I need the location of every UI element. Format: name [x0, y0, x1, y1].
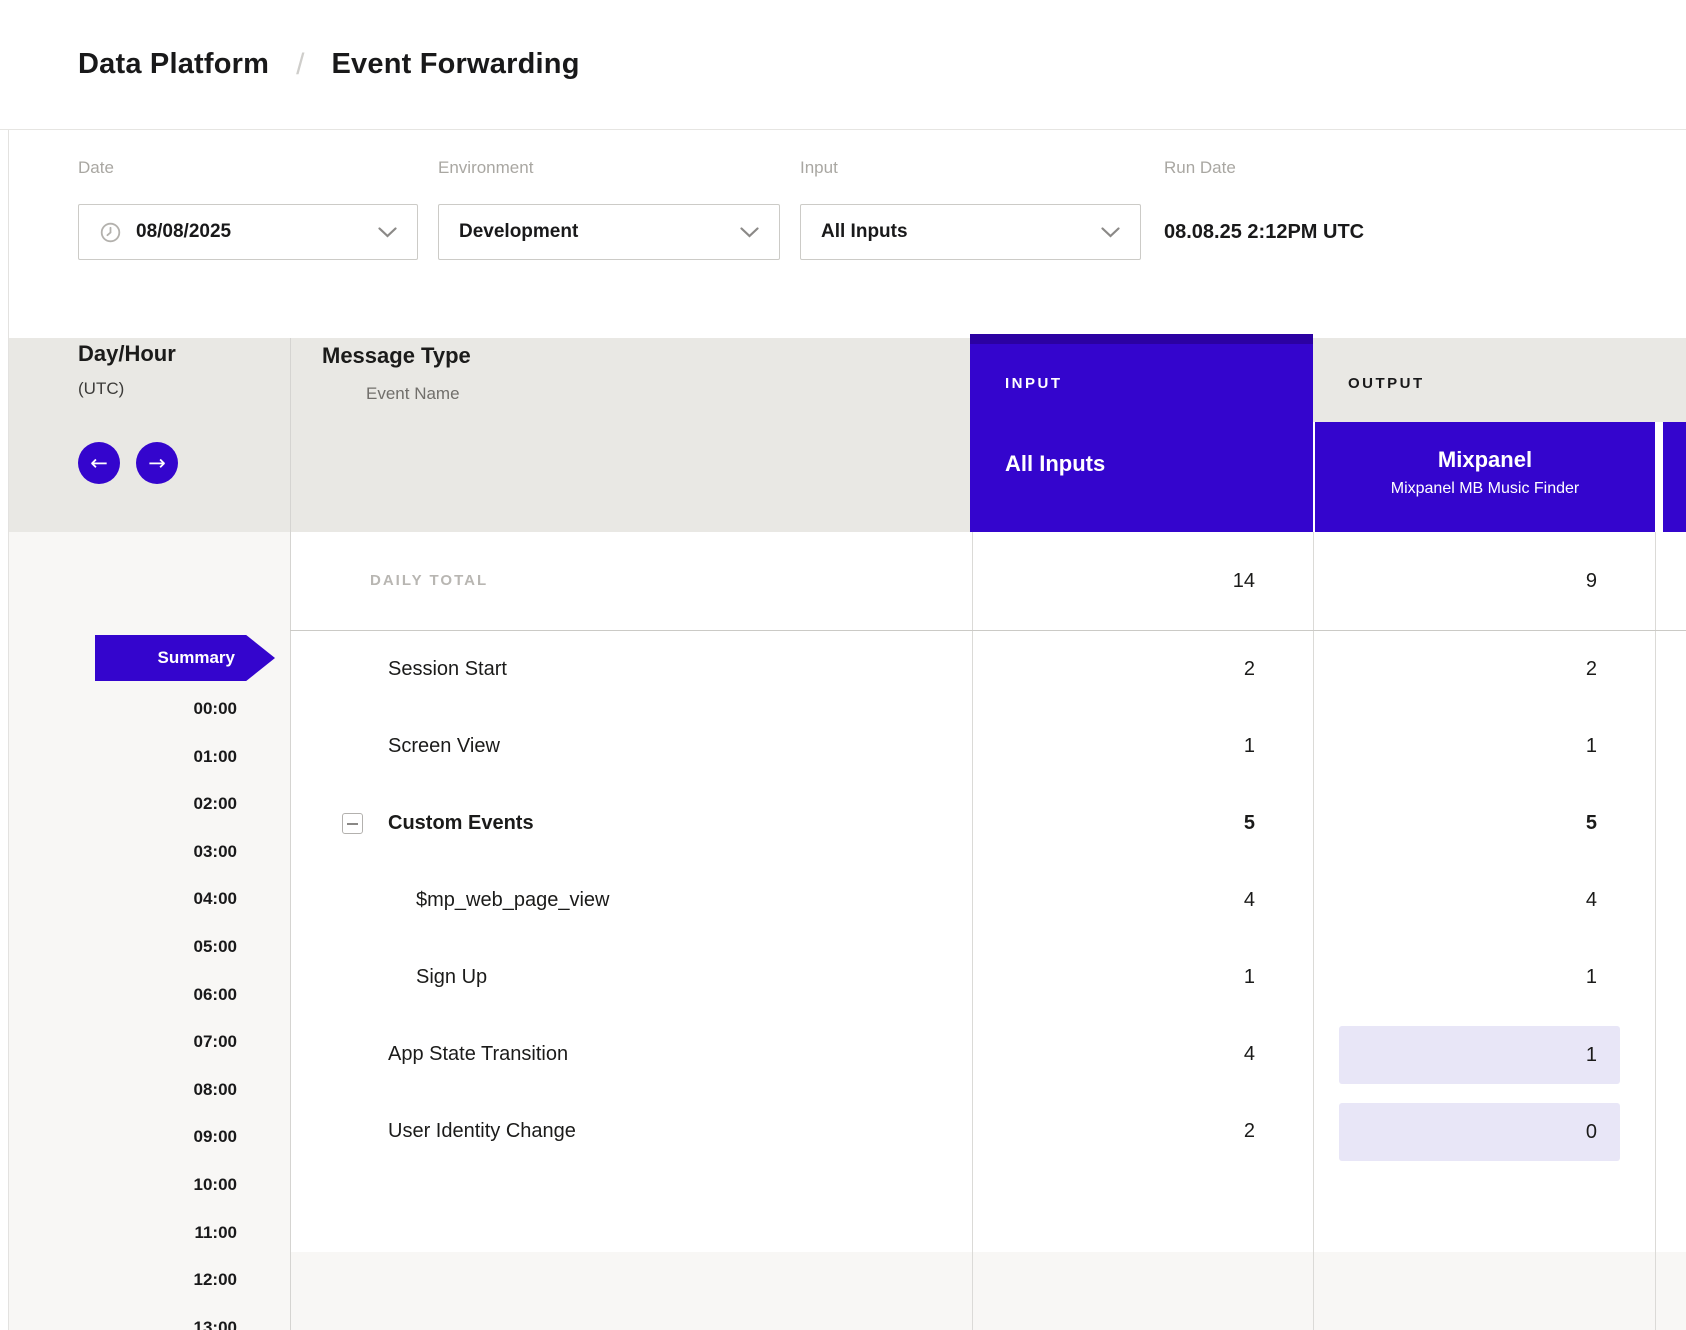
day-hour-column-title: Day/Hour [78, 341, 176, 367]
arrow-left-icon: ← [90, 451, 108, 475]
hour-label-12-00[interactable]: 12:00 [60, 1268, 237, 1292]
date-select[interactable]: 08/08/2025 [78, 204, 418, 260]
input-count: 2 [1244, 631, 1255, 708]
run-date-value: 08.08.25 2:12PM UTC [1164, 204, 1364, 260]
input-count: 1 [1244, 708, 1255, 785]
topbar-divider [0, 129, 1686, 130]
table-footer-band [290, 1252, 1686, 1330]
hour-label-04-00[interactable]: 04:00 [60, 887, 237, 911]
previous-day-button[interactable]: ← [78, 442, 120, 484]
run-date-label: Run Date [1164, 158, 1236, 178]
row-label: $mp_web_page_view [416, 862, 609, 939]
day-hour-column-subtitle: (UTC) [78, 379, 124, 399]
output-column-name: Mixpanel [1315, 447, 1655, 473]
output-count-highlighted: 1 [1339, 1026, 1620, 1084]
input-section-label: INPUT [1005, 375, 1063, 392]
table-row-custom-events: Custom Events 5 5 [290, 785, 1686, 862]
hour-label-06-00[interactable]: 06:00 [60, 983, 237, 1007]
collapse-toggle-icon[interactable] [342, 813, 363, 834]
row-label: Custom Events [388, 785, 534, 862]
breadcrumb-separator-icon: / [296, 48, 304, 82]
hour-label-02-00[interactable]: 02:00 [60, 792, 237, 816]
output-section-label: OUTPUT [1348, 375, 1425, 392]
table-row-app-state-transition: App State Transition 4 1 [290, 1016, 1686, 1093]
column-gap-divider [1655, 422, 1663, 532]
input-select-value: All Inputs [821, 221, 908, 243]
daily-total-output-count: 9 [1586, 532, 1597, 630]
row-label: User Identity Change [388, 1093, 576, 1170]
hour-label-05-00[interactable]: 05:00 [60, 935, 237, 959]
hour-label-01-00[interactable]: 01:00 [60, 745, 237, 769]
input-column-header[interactable]: INPUT All Inputs [970, 334, 1313, 532]
hour-label-00-00[interactable]: 00:00 [60, 697, 237, 721]
input-filter-label: Input [800, 158, 838, 178]
table-row-screen-view: Screen View 1 1 [290, 708, 1686, 785]
row-label: App State Transition [388, 1016, 568, 1093]
hour-label-13-00[interactable]: 13:00 [60, 1316, 237, 1330]
environment-filter-label: Environment [438, 158, 533, 178]
input-column-accent-strip [970, 334, 1313, 344]
table-row-sign-up: Sign Up 1 1 [290, 939, 1686, 1016]
input-count: 4 [1244, 862, 1255, 939]
table-row-user-identity-change: User Identity Change 2 0 [290, 1093, 1686, 1170]
input-count: 2 [1244, 1093, 1255, 1170]
chevron-down-icon [740, 227, 759, 238]
daily-total-label: DAILY TOTAL [370, 532, 488, 630]
input-column-name: All Inputs [1005, 451, 1105, 477]
column-gap-divider [1313, 422, 1315, 532]
breadcrumb-page: Event Forwarding [332, 48, 580, 81]
event-forwarding-page: Data Platform / Event Forwarding Date En… [0, 0, 1686, 1330]
hour-label-08-00[interactable]: 08:00 [60, 1078, 237, 1102]
output-column-header[interactable]: Mixpanel Mixpanel MB Music Finder [1315, 422, 1655, 532]
input-select[interactable]: All Inputs [800, 204, 1141, 260]
chevron-down-icon [1101, 227, 1120, 238]
hour-label-09-00[interactable]: 09:00 [60, 1125, 237, 1149]
hour-label-07-00[interactable]: 07:00 [60, 1030, 237, 1054]
breadcrumb: Data Platform / Event Forwarding [0, 0, 1686, 129]
input-count: 5 [1244, 785, 1255, 862]
daily-total-input-count: 14 [1233, 532, 1255, 630]
input-count: 4 [1244, 1016, 1255, 1093]
row-label: Screen View [388, 708, 500, 785]
table-row-mp-web-page-view: $mp_web_page_view 4 4 [290, 862, 1686, 939]
output-count: 1 [1586, 939, 1597, 1016]
output-count: 4 [1586, 862, 1597, 939]
daily-total-row: DAILY TOTAL 14 9 [290, 532, 1686, 630]
environment-select[interactable]: Development [438, 204, 780, 260]
arrow-right-icon: → [148, 451, 166, 475]
date-select-value: 08/08/2025 [136, 221, 231, 243]
next-day-button[interactable]: → [136, 442, 178, 484]
row-label: Sign Up [416, 939, 487, 1016]
chevron-down-icon [378, 227, 397, 238]
output-column-subtitle: Mixpanel MB Music Finder [1315, 480, 1655, 498]
event-name-column-subtitle: Event Name [366, 384, 460, 404]
table-row-session-start: Session Start 2 2 [290, 631, 1686, 708]
hour-label-11-00[interactable]: 11:00 [60, 1221, 237, 1245]
environment-select-value: Development [459, 221, 578, 243]
input-count: 1 [1244, 939, 1255, 1016]
row-label: Session Start [388, 631, 507, 708]
output-count: 1 [1586, 708, 1597, 785]
hour-label-10-00[interactable]: 10:00 [60, 1173, 237, 1197]
output-count: 2 [1586, 631, 1597, 708]
hour-label-03-00[interactable]: 03:00 [60, 840, 237, 864]
output-count-highlighted: 0 [1339, 1103, 1620, 1161]
clock-icon [99, 221, 122, 244]
breadcrumb-section[interactable]: Data Platform [78, 48, 269, 81]
date-filter-label: Date [78, 158, 114, 178]
message-type-column-title: Message Type [322, 343, 471, 369]
output-count: 5 [1586, 785, 1597, 862]
next-output-column-partial [1663, 422, 1686, 532]
summary-row-badge[interactable]: Summary [95, 635, 275, 681]
